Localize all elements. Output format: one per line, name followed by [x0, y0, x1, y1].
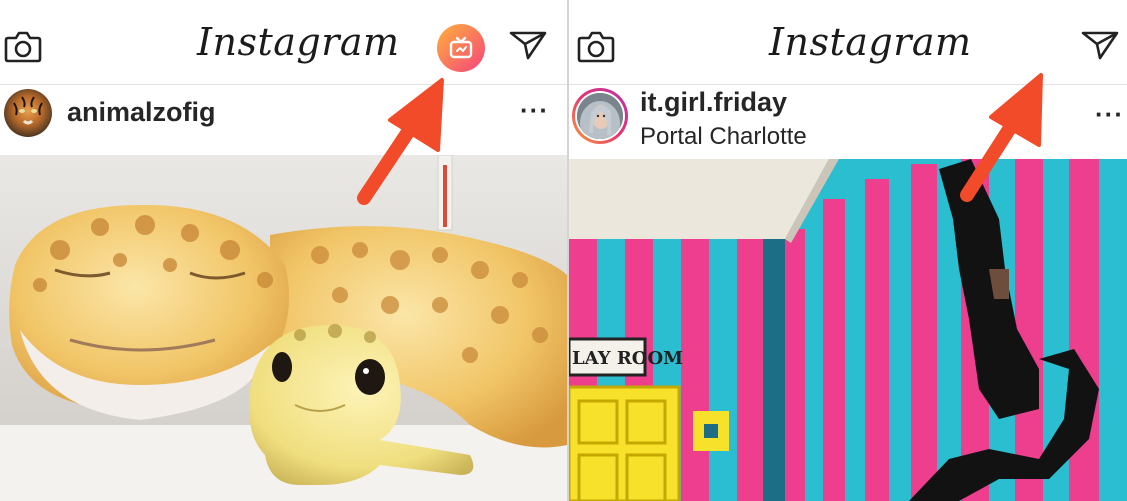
wall-sign-text: LAY ROOM: [572, 348, 683, 369]
top-nav-bar: Instagram: [569, 0, 1127, 85]
post-header: it.girl.friday Portal Charlotte ···: [569, 85, 1127, 159]
igtv-icon[interactable]: [437, 24, 485, 72]
right-screen: Instagram it.girl.friday Portal Charlott…: [569, 0, 1127, 501]
avatar[interactable]: [572, 88, 628, 144]
more-options-icon[interactable]: ···: [520, 95, 549, 126]
direct-message-icon[interactable]: [1080, 28, 1120, 62]
camera-icon[interactable]: [577, 28, 615, 64]
app-logo: Instagram: [197, 20, 400, 64]
post-username[interactable]: it.girl.friday: [640, 87, 787, 118]
post-username[interactable]: animalzofig: [67, 97, 216, 128]
direct-message-icon[interactable]: [508, 28, 548, 62]
post-photo[interactable]: [0, 155, 567, 501]
more-options-icon[interactable]: ···: [1095, 99, 1124, 130]
post-header: animalzofig ···: [0, 85, 567, 155]
left-screen: Instagram animalzofig ···: [0, 0, 567, 501]
post-photo[interactable]: LAY ROOM: [569, 159, 1127, 501]
top-nav-bar: Instagram: [0, 0, 567, 85]
app-logo: Instagram: [769, 20, 972, 64]
camera-icon[interactable]: [4, 28, 42, 64]
post-location[interactable]: Portal Charlotte: [640, 123, 807, 151]
avatar[interactable]: [4, 89, 52, 137]
